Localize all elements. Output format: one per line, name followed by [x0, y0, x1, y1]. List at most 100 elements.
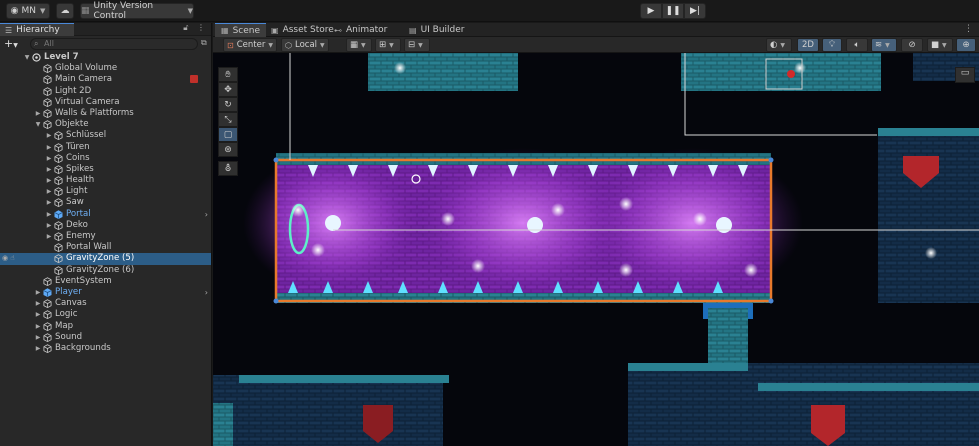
- more-options-icon[interactable]: ⋮: [964, 24, 973, 34]
- rect-tool-button[interactable]: ▢: [218, 127, 238, 142]
- hierarchy-item[interactable]: ▶ Coins: [0, 153, 211, 164]
- grid-visibility-button[interactable]: ⊞ ▼: [375, 38, 401, 52]
- scene-viewport[interactable]: [213, 53, 979, 446]
- scene-visibility-icon[interactable]: ⧉: [201, 38, 207, 48]
- expand-arrow-icon[interactable]: ▼: [23, 52, 31, 63]
- cube-icon: [43, 75, 52, 85]
- scale-tool-button[interactable]: ⤡: [218, 112, 238, 127]
- hierarchy-item[interactable]: Light 2D: [0, 86, 211, 97]
- lock-icon[interactable]: 🔓︎: [183, 23, 188, 32]
- pivot-mode-dropdown[interactable]: ⊡ Center ▼: [223, 38, 277, 52]
- gizmos-dropdown[interactable]: ⊕: [956, 38, 976, 52]
- grid-snapping-button[interactable]: ▦ ▼: [346, 38, 372, 52]
- chevron-right-icon[interactable]: ›: [205, 209, 208, 220]
- draw-mode-dropdown[interactable]: ◐ ▼: [766, 38, 792, 52]
- pivot-space-dropdown[interactable]: ⬡ Local ▼: [281, 38, 329, 52]
- hierarchy-item[interactable]: ▶ Deko: [0, 220, 211, 231]
- pivot-space-label: Local: [294, 40, 318, 50]
- collapse-arrow-icon[interactable]: ▶: [45, 175, 53, 186]
- move-tool-button[interactable]: ✥: [218, 82, 238, 97]
- hierarchy-item[interactable]: ▶ Light: [0, 186, 211, 197]
- hand-tool-button[interactable]: ✋︎: [218, 67, 238, 82]
- pause-button[interactable]: ❚❚: [662, 3, 684, 19]
- collapse-arrow-icon[interactable]: ▶: [45, 220, 53, 231]
- hierarchy-tab-actions: 🔓︎ ⋮: [183, 23, 205, 33]
- collapse-arrow-icon[interactable]: ▶: [45, 186, 53, 197]
- rotate-tool-button[interactable]: ↻: [218, 97, 238, 112]
- hierarchy-item[interactable]: Portal Wall: [0, 242, 211, 253]
- hierarchy-item[interactable]: ▶ Health: [0, 175, 211, 186]
- hierarchy-item[interactable]: ▶ Schlüssel: [0, 130, 211, 141]
- hierarchy-item[interactable]: EventSystem: [0, 276, 211, 287]
- collapse-arrow-icon[interactable]: ▶: [34, 343, 42, 354]
- hierarchy-item[interactable]: ▶ Player ›: [0, 287, 211, 298]
- scene-tabbar: ▦ Scene ▣ Asset Store ⊷ Animator ▤ UI Bu…: [213, 23, 979, 37]
- hierarchy-item[interactable]: Main Camera: [0, 74, 211, 85]
- hierarchy-item[interactable]: Virtual Camera: [0, 97, 211, 108]
- rect-handle[interactable]: [273, 157, 279, 163]
- hierarchy-item[interactable]: ▶ Enemy: [0, 231, 211, 242]
- chevron-right-icon[interactable]: ›: [205, 287, 208, 298]
- collapse-arrow-icon[interactable]: ▶: [45, 197, 53, 208]
- collapse-arrow-icon[interactable]: ▶: [34, 298, 42, 309]
- rect-handle[interactable]: [273, 298, 279, 304]
- hierarchy-search-input[interactable]: ⌕ All: [30, 38, 198, 50]
- add-object-button[interactable]: +▼: [4, 37, 18, 50]
- hierarchy-item[interactable]: ▼ Objekte: [0, 119, 211, 130]
- custom-tool-button[interactable]: ⛢: [218, 161, 238, 176]
- rect-handle[interactable]: [768, 298, 774, 304]
- collapse-arrow-icon[interactable]: ▶: [45, 209, 53, 220]
- hierarchy-item[interactable]: ▶ Walls & Plattforms: [0, 108, 211, 119]
- hierarchy-item[interactable]: ▶ Saw: [0, 197, 211, 208]
- increment-snap-button[interactable]: ⊟ ▼: [404, 38, 430, 52]
- cube-icon: [43, 120, 52, 130]
- hierarchy-item[interactable]: ▶ Spikes: [0, 164, 211, 175]
- tab-ui-builder[interactable]: ▤ UI Builder: [409, 23, 465, 37]
- hierarchy-item[interactable]: ▶ Türen: [0, 142, 211, 153]
- hierarchy-item[interactable]: ▼ Level 7: [0, 52, 211, 63]
- collapse-arrow-icon[interactable]: ▶: [45, 142, 53, 153]
- overlay-menu-button[interactable]: ▭: [955, 67, 975, 83]
- hierarchy-item-label: Sound: [55, 331, 83, 342]
- hierarchy-item[interactable]: GravityZone (5) ◉ ☝: [0, 253, 211, 265]
- rect-handle[interactable]: [768, 157, 774, 163]
- hidden-objects-toggle[interactable]: ⊘: [901, 38, 923, 52]
- camera-settings-dropdown[interactable]: ■ ▼: [927, 38, 953, 52]
- account-dropdown[interactable]: ◉ MN ▼: [6, 3, 50, 19]
- hierarchy-item[interactable]: GravityZone (6): [0, 265, 211, 276]
- collapse-arrow-icon[interactable]: ▶: [34, 309, 42, 320]
- tab-asset-store[interactable]: ▣ Asset Store: [271, 23, 334, 37]
- tab-animator[interactable]: ⊷ Animator: [334, 23, 387, 37]
- hierarchy-item[interactable]: ▶ Logic: [0, 309, 211, 320]
- tab-hierarchy[interactable]: ☰ Hierarchy: [0, 23, 74, 36]
- collapse-arrow-icon[interactable]: ▶: [34, 287, 42, 298]
- play-button[interactable]: ▶: [640, 3, 662, 19]
- camera-icon: ■: [931, 40, 940, 50]
- more-options-icon[interactable]: ⋮: [197, 23, 205, 32]
- collapse-arrow-icon[interactable]: ▶: [45, 164, 53, 175]
- toggle-2d-button[interactable]: 2D: [797, 38, 819, 52]
- hierarchy-item[interactable]: ▶ Map: [0, 321, 211, 332]
- collapse-arrow-icon[interactable]: ▶: [34, 332, 42, 343]
- collapse-arrow-icon[interactable]: ▶: [34, 108, 42, 119]
- collapse-arrow-icon[interactable]: ▶: [45, 130, 53, 141]
- collapse-arrow-icon[interactable]: ▶: [34, 321, 42, 332]
- hierarchy-item[interactable]: ▶ Canvas: [0, 298, 211, 309]
- audio-toggle[interactable]: 🔈︎: [846, 38, 868, 52]
- hierarchy-item[interactable]: ▶ Backgrounds: [0, 343, 211, 354]
- collapse-arrow-icon[interactable]: ▶: [45, 231, 53, 242]
- tab-scene[interactable]: ▦ Scene: [215, 23, 267, 37]
- step-button[interactable]: ▶|: [684, 3, 706, 19]
- lighting-toggle[interactable]: 💡︎: [822, 38, 842, 52]
- version-control-dropdown[interactable]: ▦ Unity Version Control ▼: [80, 1, 194, 21]
- local-space-icon: ⬡: [285, 40, 292, 50]
- hierarchy-item[interactable]: ▶ Portal ›: [0, 209, 211, 220]
- cloud-button[interactable]: ☁: [56, 3, 74, 19]
- expand-arrow-icon[interactable]: ▼: [34, 119, 42, 130]
- collapse-arrow-icon[interactable]: ▶: [45, 153, 53, 164]
- effects-dropdown[interactable]: ≋ ▼: [871, 38, 897, 52]
- transform-tool-button[interactable]: ⊛: [218, 142, 238, 157]
- hierarchy-item[interactable]: Global Volume: [0, 63, 211, 74]
- hierarchy-item[interactable]: ▶ Sound: [0, 332, 211, 343]
- visibility-icon[interactable]: ◉ ☝: [2, 253, 15, 264]
